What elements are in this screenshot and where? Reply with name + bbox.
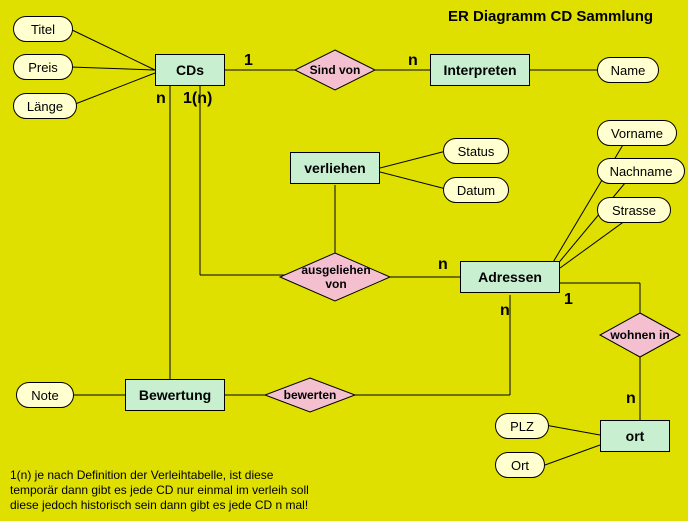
attr-preis: Preis bbox=[13, 54, 73, 80]
card-cds-sindvon: 1 bbox=[244, 52, 253, 70]
attr-note: Note bbox=[16, 382, 74, 408]
card-cds-bewerten: n bbox=[156, 90, 166, 108]
attr-name: Name bbox=[597, 57, 659, 83]
card-ort-wohnen: n bbox=[626, 390, 636, 408]
er-diagram: ER Diagramm CD Sammlung CDs Interpreten … bbox=[0, 0, 688, 521]
entity-ort: ort bbox=[600, 420, 670, 452]
entity-verliehen: verliehen bbox=[290, 152, 380, 184]
attr-nachname: Nachname bbox=[597, 158, 685, 184]
footnote: 1(n) je nach Definition der Verleihtabel… bbox=[10, 468, 309, 513]
attr-laenge: Länge bbox=[13, 93, 77, 119]
diagram-title: ER Diagramm CD Sammlung bbox=[448, 8, 653, 25]
entity-bewertung: Bewertung bbox=[125, 379, 225, 411]
attr-status: Status bbox=[443, 138, 509, 164]
card-interpreten-sindvon: n bbox=[408, 52, 418, 70]
attr-ort: Ort bbox=[495, 452, 545, 478]
card-cds-verliehen: 1(n) bbox=[183, 90, 212, 108]
attr-datum: Datum bbox=[443, 177, 509, 203]
attr-plz: PLZ bbox=[495, 413, 549, 439]
entity-cds: CDs bbox=[155, 54, 225, 86]
attr-vorname: Vorname bbox=[597, 120, 677, 146]
card-adressen-wohnen: 1 bbox=[564, 291, 573, 309]
entity-adressen: Adressen bbox=[460, 261, 560, 293]
card-adressen-ausgeliehen: n bbox=[438, 256, 448, 274]
attr-strasse: Strasse bbox=[597, 197, 671, 223]
attr-titel: Titel bbox=[13, 16, 73, 42]
card-adressen-bewerten: n bbox=[500, 302, 510, 320]
entity-interpreten: Interpreten bbox=[430, 54, 530, 86]
